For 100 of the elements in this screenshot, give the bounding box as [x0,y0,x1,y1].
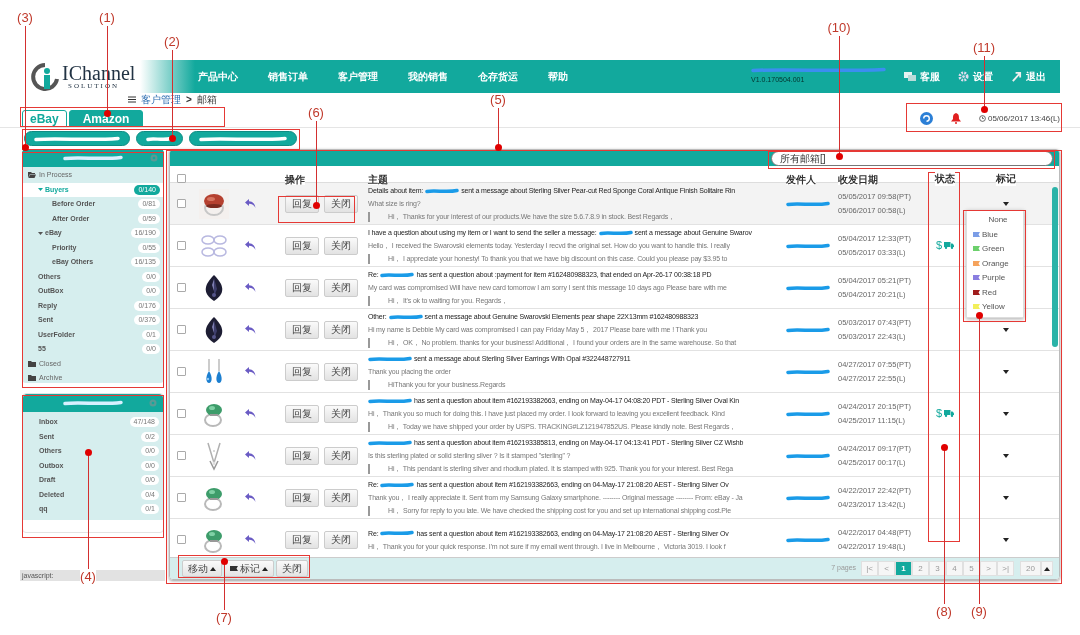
menu-label: None [988,214,1008,227]
reply-icon[interactable] [244,325,256,334]
column-header: 状态 [935,170,955,186]
caret-down-icon[interactable] [38,230,43,236]
checkbox[interactable] [176,493,186,502]
redaction-mark [786,368,830,375]
menu-label: Red [982,286,997,299]
checkbox[interactable] [176,241,186,250]
logout-icon [1011,71,1022,82]
logo-icon [30,61,60,92]
callout-label: (4) [80,570,96,584]
redaction-mark [368,397,412,404]
message-row[interactable] [170,183,1059,225]
page-size-toggle[interactable] [1041,561,1053,576]
row-button[interactable]: 关闭 [324,530,358,549]
flag-dropdown[interactable] [1000,535,1011,544]
column-header: 操作 [285,174,305,185]
menu-item[interactable]: Green [967,242,1023,257]
redaction-mark [368,439,412,446]
column-header: 收发日期 [838,174,878,185]
column-header: 主题 [368,174,388,185]
leader-line [220,558,228,610]
checkbox[interactable] [176,367,186,376]
caret-icon [1044,566,1050,571]
row-button[interactable]: 关闭 [324,404,358,423]
redaction-mark [425,187,460,194]
menu-item[interactable]: None [967,213,1023,228]
row-button[interactable]: 关闭 [324,236,358,255]
row-button[interactable]: 回复 [285,404,319,423]
checkbox[interactable] [176,535,186,544]
checkbox[interactable] [176,199,186,208]
clock-icon [978,115,986,122]
reply-icon[interactable] [244,367,256,376]
reply-icon[interactable] [244,535,256,544]
menu-item[interactable]: Red [967,285,1023,300]
chat-icon [904,71,916,82]
row-button[interactable]: 关闭 [324,278,358,297]
account-button[interactable] [136,131,183,146]
column-header: 发件人 [786,174,816,185]
redaction-mark [786,494,830,501]
row-button[interactable]: 回复 [285,446,319,465]
bell-icon[interactable] [950,113,961,124]
callout-label: (5) [490,93,506,107]
caret-icon [210,566,216,571]
flag-dropdown[interactable] [1000,367,1011,376]
flag-dropdown[interactable] [1000,409,1011,418]
refresh-icon[interactable] [919,112,933,125]
account-button[interactable] [24,131,130,146]
row-button[interactable]: 回复 [285,488,319,507]
menu-label: Green [982,243,1005,256]
menu-item[interactable]: Purple [967,271,1023,286]
reply-icon[interactable] [244,241,256,250]
menu-item[interactable]: Orange [967,256,1023,271]
callout-label: (2) [164,35,180,49]
row-button[interactable]: 回复 [285,278,319,297]
redaction-mark [380,481,415,488]
caret-down-icon[interactable] [38,187,43,193]
row-button[interactable]: 回复 [285,362,319,381]
flag-dropdown[interactable] [1000,493,1011,502]
row-button[interactable]: 回复 [285,236,319,255]
status-symbol: $ [935,240,943,251]
account-button[interactable] [189,131,297,146]
reply-icon[interactable] [244,409,256,418]
redaction-mark [598,229,633,236]
footer-button[interactable]: 关闭 [276,560,308,577]
menu-label: Blue [982,228,998,241]
callout-label: (10) [827,21,851,35]
row-button[interactable]: 回复 [285,530,319,549]
flag-dropdown[interactable] [1000,199,1011,208]
row-button[interactable]: 关闭 [324,320,358,339]
caret-icon [1002,411,1009,416]
date-time: 05/06/2017 13:46(L) [987,112,1060,125]
menu-item[interactable]: Blue [967,227,1023,242]
row-button[interactable]: 关闭 [324,362,358,381]
checkbox[interactable] [176,409,186,418]
menu-item[interactable]: Yellow [967,300,1023,315]
reply-icon[interactable] [244,493,256,502]
checkbox[interactable] [176,451,186,460]
reply-icon[interactable] [244,451,256,460]
redaction-mark [786,200,830,207]
row-button[interactable]: 回复 [285,320,319,339]
checkbox[interactable] [176,283,186,292]
message-row[interactable] [170,519,1059,557]
checkbox[interactable] [176,325,186,334]
checkbox[interactable] [176,173,186,183]
caret-icon [1002,327,1009,332]
redaction-mark [786,242,830,249]
scrollbar-thumb[interactable] [1052,187,1058,347]
footer-button[interactable]: 移动 [182,560,222,577]
callout-label: (1) [99,11,115,25]
flag-dropdown[interactable] [1000,451,1011,460]
reply-icon[interactable] [244,283,256,292]
footer-button[interactable]: 标记 [224,560,274,577]
redaction-mark [388,313,423,320]
row-button[interactable]: 关闭 [324,488,358,507]
menu-icon[interactable] [128,96,136,103]
flag-dropdown[interactable] [1000,325,1011,334]
reply-icon[interactable] [244,199,256,208]
caret-icon [1002,201,1009,206]
row-button[interactable]: 关闭 [324,446,358,465]
